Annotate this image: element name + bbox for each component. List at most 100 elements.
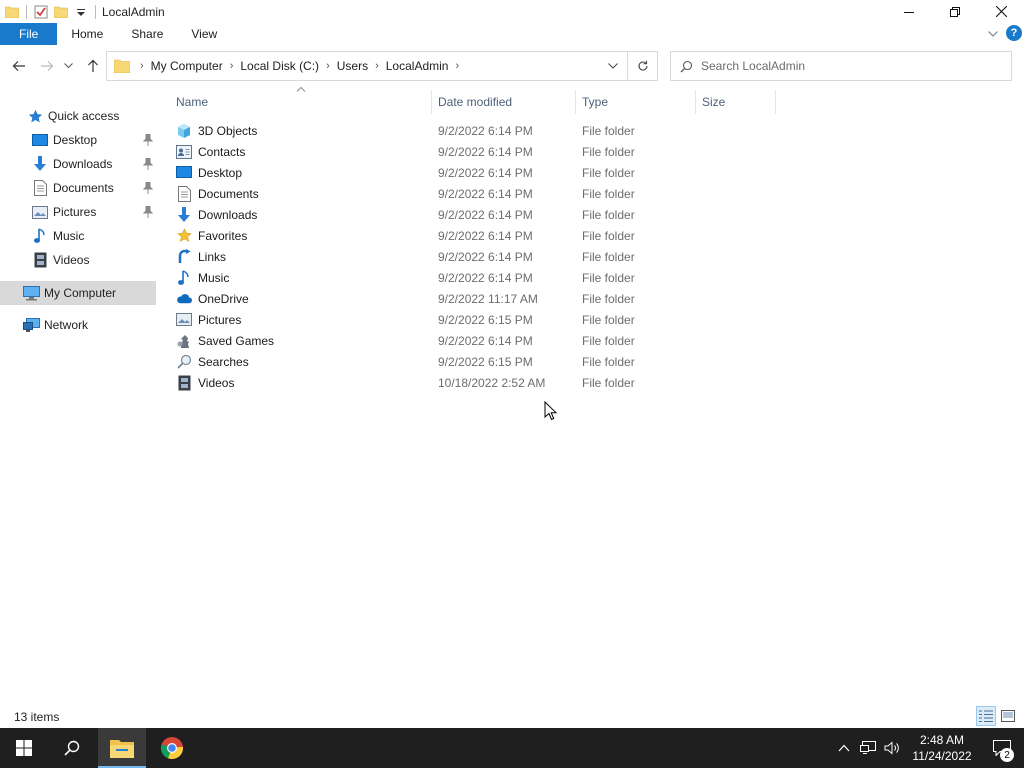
file-row[interactable]: Music 9/2/2022 6:14 PM File folder: [170, 267, 776, 288]
forward-button[interactable]: [34, 53, 60, 79]
sidebar-item-desktop[interactable]: Desktop: [0, 128, 156, 152]
pin-icon[interactable]: [142, 205, 154, 219]
navigation-bar: › My Computer › Local Disk (C:) › Users …: [0, 48, 1024, 84]
file-row[interactable]: Favorites 9/2/2022 6:14 PM File folder: [170, 225, 776, 246]
taskbar-file-explorer[interactable]: [98, 728, 146, 768]
taskbar-chrome[interactable]: [148, 728, 196, 768]
breadcrumb-my-computer[interactable]: My Computer: [151, 59, 223, 73]
column-header-name[interactable]: Name: [170, 90, 432, 114]
download-arrow-icon: [31, 155, 49, 173]
back-button[interactable]: [6, 53, 32, 79]
breadcrumb-separator[interactable]: ›: [368, 60, 386, 72]
properties-icon[interactable]: [31, 2, 51, 22]
search-box[interactable]: [670, 51, 1012, 81]
pin-icon[interactable]: [142, 181, 154, 195]
file-row[interactable]: Desktop 9/2/2022 6:14 PM File folder: [170, 162, 776, 183]
recent-locations-button[interactable]: [58, 53, 78, 79]
file-date: 9/2/2022 6:14 PM: [438, 270, 533, 285]
tab-view[interactable]: View: [177, 23, 231, 45]
sidebar-item-pictures[interactable]: Pictures: [0, 200, 156, 224]
file-name-cell: Desktop: [176, 165, 242, 181]
minimize-icon: [904, 11, 914, 13]
file-row[interactable]: OneDrive 9/2/2022 11:17 AM File folder: [170, 288, 776, 309]
folder-icon: [2, 2, 22, 22]
column-header-date-modified[interactable]: Date modified: [432, 90, 576, 114]
restore-button[interactable]: [932, 0, 978, 23]
file-row[interactable]: Searches 9/2/2022 6:15 PM File folder: [170, 351, 776, 372]
breadcrumb-users[interactable]: Users: [337, 59, 368, 73]
breadcrumb-separator[interactable]: ›: [448, 60, 466, 72]
column-header-type[interactable]: Type: [576, 90, 696, 114]
expand-ribbon-button[interactable]: [988, 26, 998, 40]
sidebar-item-label: Downloads: [53, 157, 113, 171]
file-name: Links: [198, 249, 227, 264]
file-name-cell: 3D Objects: [176, 123, 257, 139]
sidebar-item-label: Videos: [53, 253, 90, 267]
large-icons-view-button[interactable]: [998, 706, 1018, 726]
pin-icon[interactable]: [142, 157, 154, 171]
sidebar-item-label: My Computer: [44, 286, 117, 300]
file-name-cell: Links: [176, 249, 226, 265]
new-folder-icon[interactable]: [51, 2, 71, 22]
file-date: 9/2/2022 6:14 PM: [438, 165, 533, 180]
contacts-icon: [176, 144, 192, 160]
title-bar: LocalAdmin: [0, 0, 1024, 23]
clock[interactable]: 2:48 AM 11/24/2022: [904, 728, 980, 768]
file-name: Documents: [198, 186, 259, 201]
up-button[interactable]: [80, 53, 106, 79]
column-header-label: Name: [176, 95, 209, 109]
minimize-button[interactable]: [886, 0, 932, 23]
sidebar-item-downloads[interactable]: Downloads: [0, 152, 156, 176]
file-row[interactable]: Downloads 9/2/2022 6:14 PM File folder: [170, 204, 776, 225]
breadcrumb-separator[interactable]: ›: [133, 60, 151, 72]
address-bar[interactable]: › My Computer › Local Disk (C:) › Users …: [106, 51, 658, 81]
windows-logo-icon: [16, 740, 32, 756]
file-row[interactable]: 3D Objects 9/2/2022 6:14 PM File folder: [170, 120, 776, 141]
breadcrumb-separator[interactable]: ›: [223, 60, 241, 72]
chevron-down-icon: [63, 63, 73, 69]
file-type: File folder: [582, 165, 635, 180]
refresh-icon: [637, 60, 648, 71]
file-date: 9/2/2022 6:14 PM: [438, 249, 533, 264]
breadcrumb-local-disk[interactable]: Local Disk (C:): [240, 59, 319, 73]
file-row[interactable]: Pictures 9/2/2022 6:15 PM File folder: [170, 309, 776, 330]
tab-home[interactable]: Home: [57, 23, 117, 45]
details-view-button[interactable]: [976, 706, 996, 726]
volume-button[interactable]: [880, 728, 904, 768]
sidebar-item-videos[interactable]: Videos: [0, 248, 156, 272]
action-center-button[interactable]: 2: [980, 728, 1024, 768]
column-headers: Name Date modified Type Size: [170, 90, 776, 114]
tab-file[interactable]: File: [0, 23, 58, 45]
file-row[interactable]: Saved Games 9/2/2022 6:14 PM File folder: [170, 330, 776, 351]
breadcrumb-localadmin[interactable]: LocalAdmin: [386, 59, 449, 73]
file-row[interactable]: Links 9/2/2022 6:14 PM File folder: [170, 246, 776, 267]
refresh-button[interactable]: [627, 52, 657, 80]
file-row[interactable]: Videos 10/18/2022 2:52 AM File folder: [170, 372, 776, 393]
sidebar-item-quick-access[interactable]: Quick access: [0, 104, 156, 128]
sidebar-item-documents[interactable]: Documents: [0, 176, 156, 200]
taskbar-search-button[interactable]: [48, 728, 96, 768]
show-hidden-icons-button[interactable]: [832, 728, 856, 768]
search-input[interactable]: [701, 59, 991, 73]
file-date: 10/18/2022 2:52 AM: [438, 375, 546, 390]
file-row[interactable]: Documents 9/2/2022 6:14 PM File folder: [170, 183, 776, 204]
file-date: 9/2/2022 6:14 PM: [438, 333, 533, 348]
close-button[interactable]: [978, 0, 1024, 23]
sidebar-item-my-computer[interactable]: My Computer: [0, 281, 156, 305]
tab-share[interactable]: Share: [117, 23, 177, 45]
sidebar-item-music[interactable]: Music: [0, 224, 156, 248]
help-icon[interactable]: ?: [1006, 25, 1022, 41]
file-name: Desktop: [198, 165, 243, 180]
start-button[interactable]: [0, 728, 48, 768]
sidebar-item-network[interactable]: Network: [0, 313, 156, 337]
file-date: 9/2/2022 6:15 PM: [438, 354, 533, 369]
qat-customize-icon[interactable]: [71, 2, 91, 22]
desktop-icon: [176, 165, 192, 181]
pin-icon[interactable]: [142, 133, 154, 147]
column-header-label: Size: [702, 95, 726, 109]
column-header-size[interactable]: Size: [696, 90, 776, 114]
address-dropdown-button[interactable]: [601, 52, 625, 80]
file-row[interactable]: Contacts 9/2/2022 6:14 PM File folder: [170, 141, 776, 162]
breadcrumb-separator[interactable]: ›: [319, 60, 337, 72]
network-status-button[interactable]: [856, 728, 880, 768]
